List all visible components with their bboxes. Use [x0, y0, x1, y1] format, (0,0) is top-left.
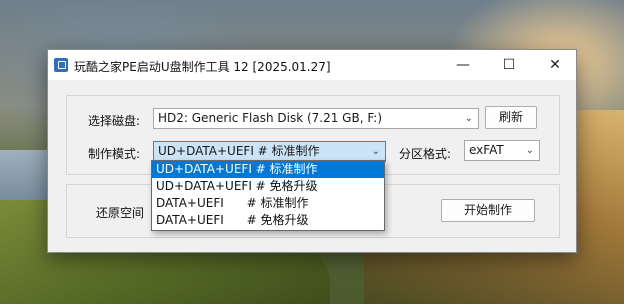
mode-option[interactable]: DATA+UEFI # 免格升级	[152, 212, 384, 229]
title-bar[interactable]: 玩酷之家PE启动U盘制作工具 12 [2025.01.27] — ☐ ✕	[48, 50, 576, 80]
disk-select-value: HD2: Generic Flash Disk (7.21 GB, F:)	[158, 111, 383, 125]
maximize-button[interactable]: ☐	[486, 50, 532, 80]
close-button[interactable]: ✕	[532, 50, 578, 80]
refresh-button[interactable]: 刷新	[485, 106, 537, 129]
mode-option[interactable]: UD+DATA+UEFI # 标准制作	[152, 161, 384, 178]
mode-label: 制作模式:	[88, 147, 141, 161]
chevron-down-icon: ⌄	[525, 145, 534, 156]
chevron-down-icon: ⌄	[371, 146, 380, 157]
disk-label: 选择磁盘:	[88, 114, 141, 128]
restore-label[interactable]: 还原空间	[96, 204, 144, 221]
mode-option[interactable]: UD+DATA+UEFI # 免格升级	[152, 178, 384, 195]
mode-option[interactable]: DATA+UEFI # 标准制作	[152, 195, 384, 212]
window-title: 玩酷之家PE启动U盘制作工具 12 [2025.01.27]	[74, 60, 331, 74]
partition-label: 分区格式:	[399, 147, 452, 161]
usb-app-icon	[54, 58, 68, 72]
mode-dropdown-list: UD+DATA+UEFI # 标准制作 UD+DATA+UEFI # 免格升级 …	[151, 160, 385, 231]
partition-select-value: exFAT	[469, 143, 504, 157]
mode-select[interactable]: UD+DATA+UEFI # 标准制作 ⌄	[153, 141, 386, 162]
partition-select[interactable]: exFAT ⌄	[464, 140, 540, 161]
minimize-button[interactable]: —	[440, 50, 486, 80]
mode-select-value: UD+DATA+UEFI # 标准制作	[158, 144, 320, 158]
disk-select[interactable]: HD2: Generic Flash Disk (7.21 GB, F:) ⌄	[153, 108, 479, 129]
start-button[interactable]: 开始制作	[441, 199, 535, 222]
chevron-down-icon: ⌄	[464, 113, 473, 124]
